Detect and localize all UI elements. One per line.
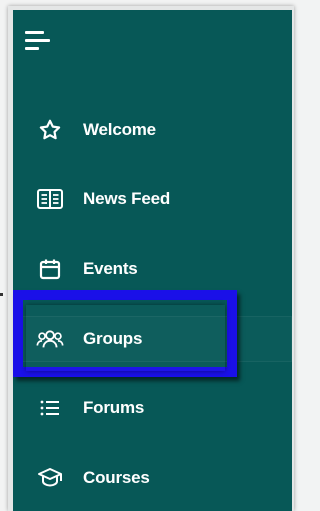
sidebar-item-welcome[interactable]: Welcome bbox=[13, 107, 292, 153]
sidebar-item-events[interactable]: Events bbox=[13, 246, 292, 292]
list-icon bbox=[36, 394, 64, 422]
sidebar-item-news-feed[interactable]: News Feed bbox=[13, 176, 292, 222]
newspaper-icon bbox=[36, 185, 64, 213]
menu-toggle-button[interactable] bbox=[25, 29, 51, 53]
star-icon bbox=[36, 116, 64, 144]
sidebar-item-label: News Feed bbox=[83, 189, 171, 208]
menu-icon-line bbox=[25, 39, 50, 42]
pointer-mark bbox=[0, 293, 3, 296]
sidebar-item-label: Groups bbox=[83, 329, 143, 348]
sidebar-item-forums[interactable]: Forums bbox=[13, 385, 292, 431]
sidebar-item-groups[interactable]: Groups bbox=[13, 316, 292, 362]
menu-icon-line bbox=[25, 47, 39, 50]
calendar-icon bbox=[36, 255, 64, 283]
sidebar-item-label: Forums bbox=[83, 398, 145, 417]
sidebar-item-courses[interactable]: Courses bbox=[13, 455, 292, 501]
graduation-cap-icon bbox=[36, 464, 64, 492]
sidebar-item-label: Courses bbox=[83, 468, 150, 487]
sidebar-item-label: Events bbox=[83, 259, 138, 278]
sidebar-item-label: Welcome bbox=[83, 120, 156, 139]
groups-icon bbox=[36, 325, 64, 353]
menu-icon bbox=[25, 31, 44, 34]
